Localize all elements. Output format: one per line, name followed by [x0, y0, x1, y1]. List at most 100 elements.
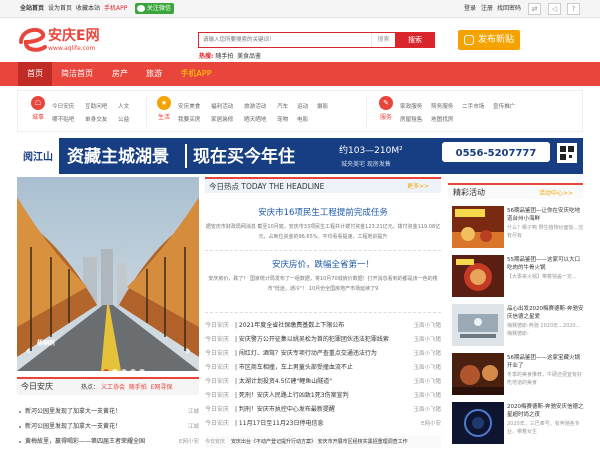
- share-icon[interactable]: ◁: [548, 3, 561, 15]
- life-category[interactable]: ★ 生活: [153, 96, 175, 126]
- site-logo[interactable]: 安庆E网 www.aqlife.com: [17, 22, 117, 56]
- home-link[interactable]: 全站首页: [20, 0, 44, 18]
- slide-dot[interactable]: [121, 369, 127, 371]
- photo-slideshow[interactable]: 梧桐树 ‹ ›: [17, 177, 199, 371]
- featured-item[interactable]: 56期品鉴团——这家宝藏火锅开业了 冬季的美食推荐，牛硬还便宜有好吃地道的美食: [452, 353, 584, 397]
- keyword-link[interactable]: 随手拍: [129, 384, 147, 391]
- category-link[interactable]: 福利活动: [211, 102, 233, 110]
- hot-word[interactable]: 随手拍: [215, 53, 233, 60]
- category-link[interactable]: 房屋租售: [400, 115, 422, 123]
- featured-item[interactable]: 56期品鉴团—让你在安庆吃地道台州小海鲜 什么？椰子鸭 野生植物炒面饭...应有…: [452, 206, 584, 250]
- nav-real-estate[interactable]: 房产: [104, 62, 136, 86]
- nav-mobile-app[interactable]: 手机APP: [174, 62, 218, 86]
- news-row[interactable]: 今日安庆 安庆出台《不动产登记提升行动方案》 安庆市开展市区经核实黑招重理调查工作: [205, 436, 441, 448]
- featured-more-link[interactable]: 活动中心>>: [539, 188, 573, 197]
- forgot-password-link[interactable]: 找回密码: [497, 0, 521, 18]
- headline-item-title[interactable]: 安庆房价，跌幅全省第一！: [205, 258, 441, 270]
- category-link[interactable]: 宠物: [277, 115, 288, 123]
- nav-simple-home[interactable]: 简洁首页: [54, 62, 100, 86]
- ad-phone: 0556-5207777: [456, 148, 537, 159]
- set-homepage-link[interactable]: 设为首页: [48, 0, 72, 18]
- news-row[interactable]: 今日安庆 | 市区商车相撞，车上男童头部受撞血流不止 玉面小飞猪: [205, 362, 441, 374]
- list-item[interactable]: 新河公园里发现了加拿大一支黄花！ 江城: [17, 421, 199, 433]
- edit-icon: [464, 35, 474, 45]
- search-box: 搜索 搜索: [198, 32, 435, 48]
- category-link[interactable]: 摄影: [317, 102, 328, 110]
- next-slide-arrow[interactable]: ›: [181, 341, 195, 361]
- search-input[interactable]: [199, 33, 369, 47]
- category-link[interactable]: 旅游活动: [244, 102, 266, 110]
- list-item[interactable]: 黄梅故里，赢得喝彩——第四届王者荣耀全国 E网小安: [17, 436, 199, 448]
- keyword-link[interactable]: E网寻保: [151, 384, 173, 391]
- logo-url: www.aqlife.com: [48, 45, 96, 52]
- slide-dot[interactable]: [130, 369, 136, 371]
- keyword-link[interactable]: 义工协会: [101, 384, 125, 391]
- news-row[interactable]: 今日安庆 | 2021年度全省社保缴费基数上下限公布 玉面小飞猪: [205, 320, 441, 332]
- featured-thumbnail: [452, 206, 504, 248]
- slide-dot[interactable]: [103, 369, 109, 371]
- today-anqing-title: 今日安庆: [21, 382, 53, 391]
- news-row[interactable]: 今日安庆 | 闯红灯、酒驾？安庆专项行动严查重点交通违法行为 玉面小飞猪: [205, 348, 441, 360]
- today-anqing-header: 今日安庆 热点： 义工协会 随手拍 E网寻保: [17, 377, 199, 395]
- top-bar: 全站首页 设为首页 收藏本站 手机APP 关注微信 登录 注册 找回密码 ⇄ ◁…: [0, 0, 600, 18]
- slide-dot[interactable]: [112, 369, 118, 371]
- category-link[interactable]: 晒天晒地: [244, 115, 266, 123]
- category-link[interactable]: 宣传推广: [493, 102, 515, 110]
- category-panel: ☖ 城事 今日安庆 互助问吧 人文 哪不贴吧 单身交友 公益 ★ 生活 安庆美食…: [17, 90, 583, 132]
- category-link[interactable]: 殡务服务: [431, 102, 453, 110]
- news-row[interactable]: 今日安庆 | 11月17日至11月23日停电信息 E网小安: [205, 418, 441, 430]
- search-button[interactable]: 搜索: [395, 32, 435, 48]
- nav-travel[interactable]: 旅游: [138, 62, 170, 86]
- wechat-follow-button[interactable]: 关注微信: [135, 3, 175, 14]
- slide-dot[interactable]: [139, 369, 145, 371]
- ad-banner[interactable]: 阅江山 资藏主城湖景 现在买今年住 约103—210M² 城央美宅 现房发售 0…: [17, 138, 583, 174]
- news-row[interactable]: 今日安庆 | 太湖计划投资4.5亿建"鲤鱼山隧道" 玉面小飞猪: [205, 376, 441, 388]
- category-link[interactable]: 今日安庆: [52, 102, 74, 110]
- list-item[interactable]: 新河公园里发现了加拿大一支黄花！ 江城: [17, 406, 199, 418]
- divider: [205, 312, 441, 313]
- news-row[interactable]: 今日安庆 | 死刑！安庆人民路上行凶致1死3伤案宣判 玉面小飞猪: [205, 390, 441, 402]
- featured-item[interactable]: 品心出发2020梅赛德斯-奔驰安庆信德之星爱 梅赛德斯-奔驰 2020年...2…: [452, 304, 584, 348]
- category-link[interactable]: 互助问吧: [85, 102, 107, 110]
- featured-thumbnail: [452, 353, 504, 395]
- main-nav: 首页 简洁首页 房产 旅游 手机APP: [0, 62, 600, 86]
- nav-home[interactable]: 首页: [18, 62, 52, 86]
- city-icon: ☖: [31, 96, 45, 110]
- category-link[interactable]: 电影: [297, 115, 308, 123]
- help-icon[interactable]: ?: [567, 3, 580, 15]
- register-link[interactable]: 注册: [481, 0, 493, 18]
- category-link[interactable]: 家居装修: [211, 115, 233, 123]
- featured-thumbnail: [452, 255, 504, 297]
- hot-word[interactable]: 美食品鉴: [237, 53, 261, 60]
- category-link[interactable]: 安庆美食: [178, 102, 200, 110]
- bookmark-link[interactable]: 收藏本站: [76, 0, 100, 18]
- featured-item[interactable]: 2020梅赛德斯-奔驰安庆信德之星超时尚之夜 2020年，三巴奉号，有奔驰各专业…: [452, 402, 584, 446]
- mobile-app-link[interactable]: 手机APP: [104, 0, 127, 18]
- headline-item-title[interactable]: 安庆市16项民生工程提前完成任务: [205, 206, 441, 218]
- login-link[interactable]: 登录: [464, 0, 476, 18]
- news-row[interactable]: 今日安庆 | 安庆警方公开征集以姚吴松为首的犯罪团伙违法犯罪线索 玉面小飞猪: [205, 334, 441, 346]
- publish-post-button[interactable]: 发布新贴: [458, 30, 520, 50]
- shuffle-icon[interactable]: ⇄: [528, 3, 541, 15]
- category-link[interactable]: 运动: [297, 102, 308, 110]
- featured-header: 精彩活动 活动中心>>: [448, 183, 583, 199]
- city-category[interactable]: ☖ 城事: [27, 96, 49, 126]
- category-link[interactable]: 公益: [118, 115, 129, 123]
- category-link[interactable]: 单身交友: [85, 115, 107, 123]
- search-inner-button[interactable]: 搜索: [371, 33, 395, 47]
- category-link[interactable]: 家政服务: [400, 102, 422, 110]
- category-link[interactable]: 地图找房: [431, 115, 453, 123]
- category-link[interactable]: 哪不贴吧: [52, 115, 74, 123]
- hot-search: 热搜: 随手拍 美食品鉴: [199, 53, 262, 60]
- headline-title: 今日热点 TODAY THE HEADLINE: [209, 182, 325, 191]
- category-link[interactable]: 二手市场: [462, 102, 484, 110]
- news-row[interactable]: 今日安庆 | 判刑！安庆市执控中心发布最新提醒 玉面小飞猪: [205, 404, 441, 416]
- slide-dots: [103, 360, 148, 371]
- service-category[interactable]: ✎ 服务: [375, 96, 397, 126]
- category-link[interactable]: 汽车: [277, 102, 288, 110]
- featured-item[interactable]: 55期品鉴团——这家可以大口吃肉的牛骨火锅 【大黍来火锅】带着锅盖一定...: [452, 255, 584, 299]
- category-link[interactable]: 我要买房: [178, 115, 200, 123]
- headline-more-link[interactable]: 更多>>: [407, 181, 429, 190]
- category-link[interactable]: 人文: [118, 102, 129, 110]
- prev-slide-arrow[interactable]: ‹: [21, 341, 35, 361]
